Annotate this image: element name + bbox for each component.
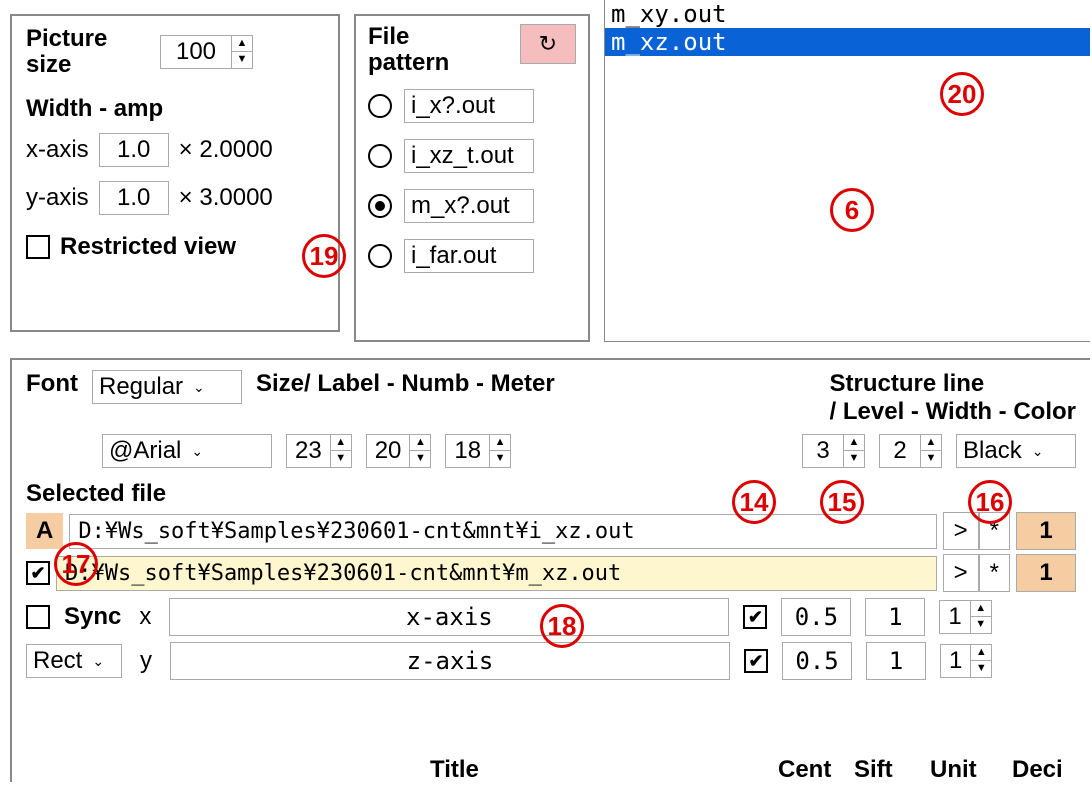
row-b-num[interactable]: 1 — [1016, 554, 1076, 592]
meter-size-spinner[interactable]: 18▲▼ — [445, 434, 511, 468]
sync-label: Sync — [64, 603, 121, 631]
chevron-down-icon: ⌄ — [193, 379, 205, 396]
x-deci-spinner[interactable]: 1▲▼ — [939, 600, 991, 634]
refresh-icon: ↻ — [539, 31, 557, 56]
pattern-option-3[interactable]: i_far.out — [404, 239, 534, 273]
selected-file-row-b: D:¥Ws_soft¥Samples¥230601-cnt&mnt¥m_xz.o… — [26, 554, 1076, 592]
x-axis-label: x-axis — [26, 136, 89, 164]
struct-line-label1: Structure line — [830, 370, 1076, 398]
label-size-spinner[interactable]: 23▲▼ — [286, 434, 352, 468]
font-family-dropdown[interactable]: @Arial⌄ — [102, 434, 272, 468]
x-cent-checkbox[interactable] — [743, 605, 767, 629]
y-unit-input[interactable]: 1 — [866, 642, 926, 680]
refresh-button[interactable]: ↻ — [520, 24, 576, 64]
x-cent-input[interactable]: 0.5 — [781, 598, 851, 636]
shape-dropdown[interactable]: Rect⌄ — [26, 644, 122, 678]
spinner-up-icon[interactable]: ▲ — [232, 36, 252, 52]
footer-unit: Unit — [930, 756, 977, 784]
row-b-star-button[interactable]: * — [979, 554, 1010, 592]
numb-size-spinner[interactable]: 20▲▼ — [366, 434, 432, 468]
chevron-down-icon: ⌄ — [92, 653, 104, 670]
pattern-option-2[interactable]: m_x?.out — [404, 189, 534, 223]
file-item-1[interactable]: m_xz.out — [605, 28, 1090, 56]
pattern-option-1[interactable]: i_xz_t.out — [404, 139, 534, 173]
width-amp-label: Width - amp — [26, 95, 324, 123]
x-mult-label: × 2.0000 — [179, 136, 273, 164]
file-pattern-panel: File pattern ↻ i_x?.out i_xz_t.out m_x?.… — [354, 14, 590, 342]
sync-checkbox[interactable] — [26, 605, 50, 629]
x-title-input[interactable]: x-axis — [169, 598, 729, 636]
restricted-view-label: Restricted view — [60, 233, 236, 261]
footer-cent: Cent — [778, 756, 831, 784]
settings-panel: Font Regular⌄ Size/ Label - Numb - Meter… — [10, 358, 1090, 782]
row-a-star-button[interactable]: * — [979, 512, 1010, 550]
pattern-radio-0[interactable] — [368, 94, 392, 118]
row-b-path[interactable]: D:¥Ws_soft¥Samples¥230601-cnt&mnt¥m_xz.o… — [56, 556, 937, 591]
chevron-down-icon: ⌄ — [1032, 443, 1044, 460]
row-a-gt-button[interactable]: > — [943, 512, 979, 550]
chevron-down-icon: ⌄ — [191, 443, 203, 460]
spinner-down-icon[interactable]: ▼ — [232, 52, 252, 68]
y-cent-checkbox[interactable] — [744, 649, 768, 673]
y-axis-label: y-axis — [26, 184, 89, 212]
restricted-view-checkbox[interactable] — [26, 235, 50, 259]
row-a-path[interactable]: D:¥Ws_soft¥Samples¥230601-cnt&mnt¥i_xz.o… — [69, 514, 936, 549]
color-dropdown[interactable]: Black⌄ — [956, 434, 1076, 468]
struct-line-label2: / Level - Width - Color — [830, 398, 1076, 426]
y-axis-input[interactable]: 1.0 — [99, 181, 169, 215]
y-title-input[interactable]: z-axis — [170, 642, 730, 680]
picture-size-label: Picture size — [26, 26, 136, 79]
pattern-radio-2[interactable] — [368, 194, 392, 218]
row-b-checkbox[interactable] — [26, 561, 50, 585]
pattern-radio-1[interactable] — [368, 144, 392, 168]
font-label: Font — [26, 370, 78, 398]
x-unit-input[interactable]: 1 — [865, 598, 925, 636]
row-a-mark: A — [26, 513, 63, 549]
footer-title: Title — [430, 756, 479, 784]
x-axis-input[interactable]: 1.0 — [99, 133, 169, 167]
selected-file-label: Selected file — [26, 480, 1076, 508]
y-mult-label: × 3.0000 — [179, 184, 273, 212]
file-pattern-label: File pattern — [368, 24, 468, 77]
width-spinner[interactable]: 2▲▼ — [879, 434, 942, 468]
y-letter: y — [136, 647, 156, 675]
font-style-dropdown[interactable]: Regular⌄ — [92, 370, 242, 404]
y-deci-spinner[interactable]: 1▲▼ — [940, 644, 992, 678]
row-a-num[interactable]: 1 — [1016, 512, 1076, 550]
picture-size-panel: Picture size 100 ▲▼ Width - amp x-axis 1… — [10, 14, 340, 332]
row-b-gt-button[interactable]: > — [943, 554, 979, 592]
y-cent-input[interactable]: 0.5 — [782, 642, 852, 680]
file-item-0[interactable]: m_xy.out — [605, 0, 1090, 28]
selected-file-row-a: A D:¥Ws_soft¥Samples¥230601-cnt&mnt¥i_xz… — [26, 512, 1076, 550]
footer-deci: Deci — [1012, 756, 1063, 784]
level-spinner[interactable]: 3▲▼ — [802, 434, 865, 468]
size-label: Size/ Label - Numb - Meter — [256, 370, 555, 398]
file-list[interactable]: m_xy.out m_xz.out — [604, 0, 1090, 342]
footer-sift: Sift — [854, 756, 893, 784]
pattern-option-0[interactable]: i_x?.out — [404, 89, 534, 123]
pattern-radio-3[interactable] — [368, 244, 392, 268]
picture-size-spinner[interactable]: 100 ▲▼ — [160, 35, 253, 69]
x-letter: x — [135, 603, 155, 631]
